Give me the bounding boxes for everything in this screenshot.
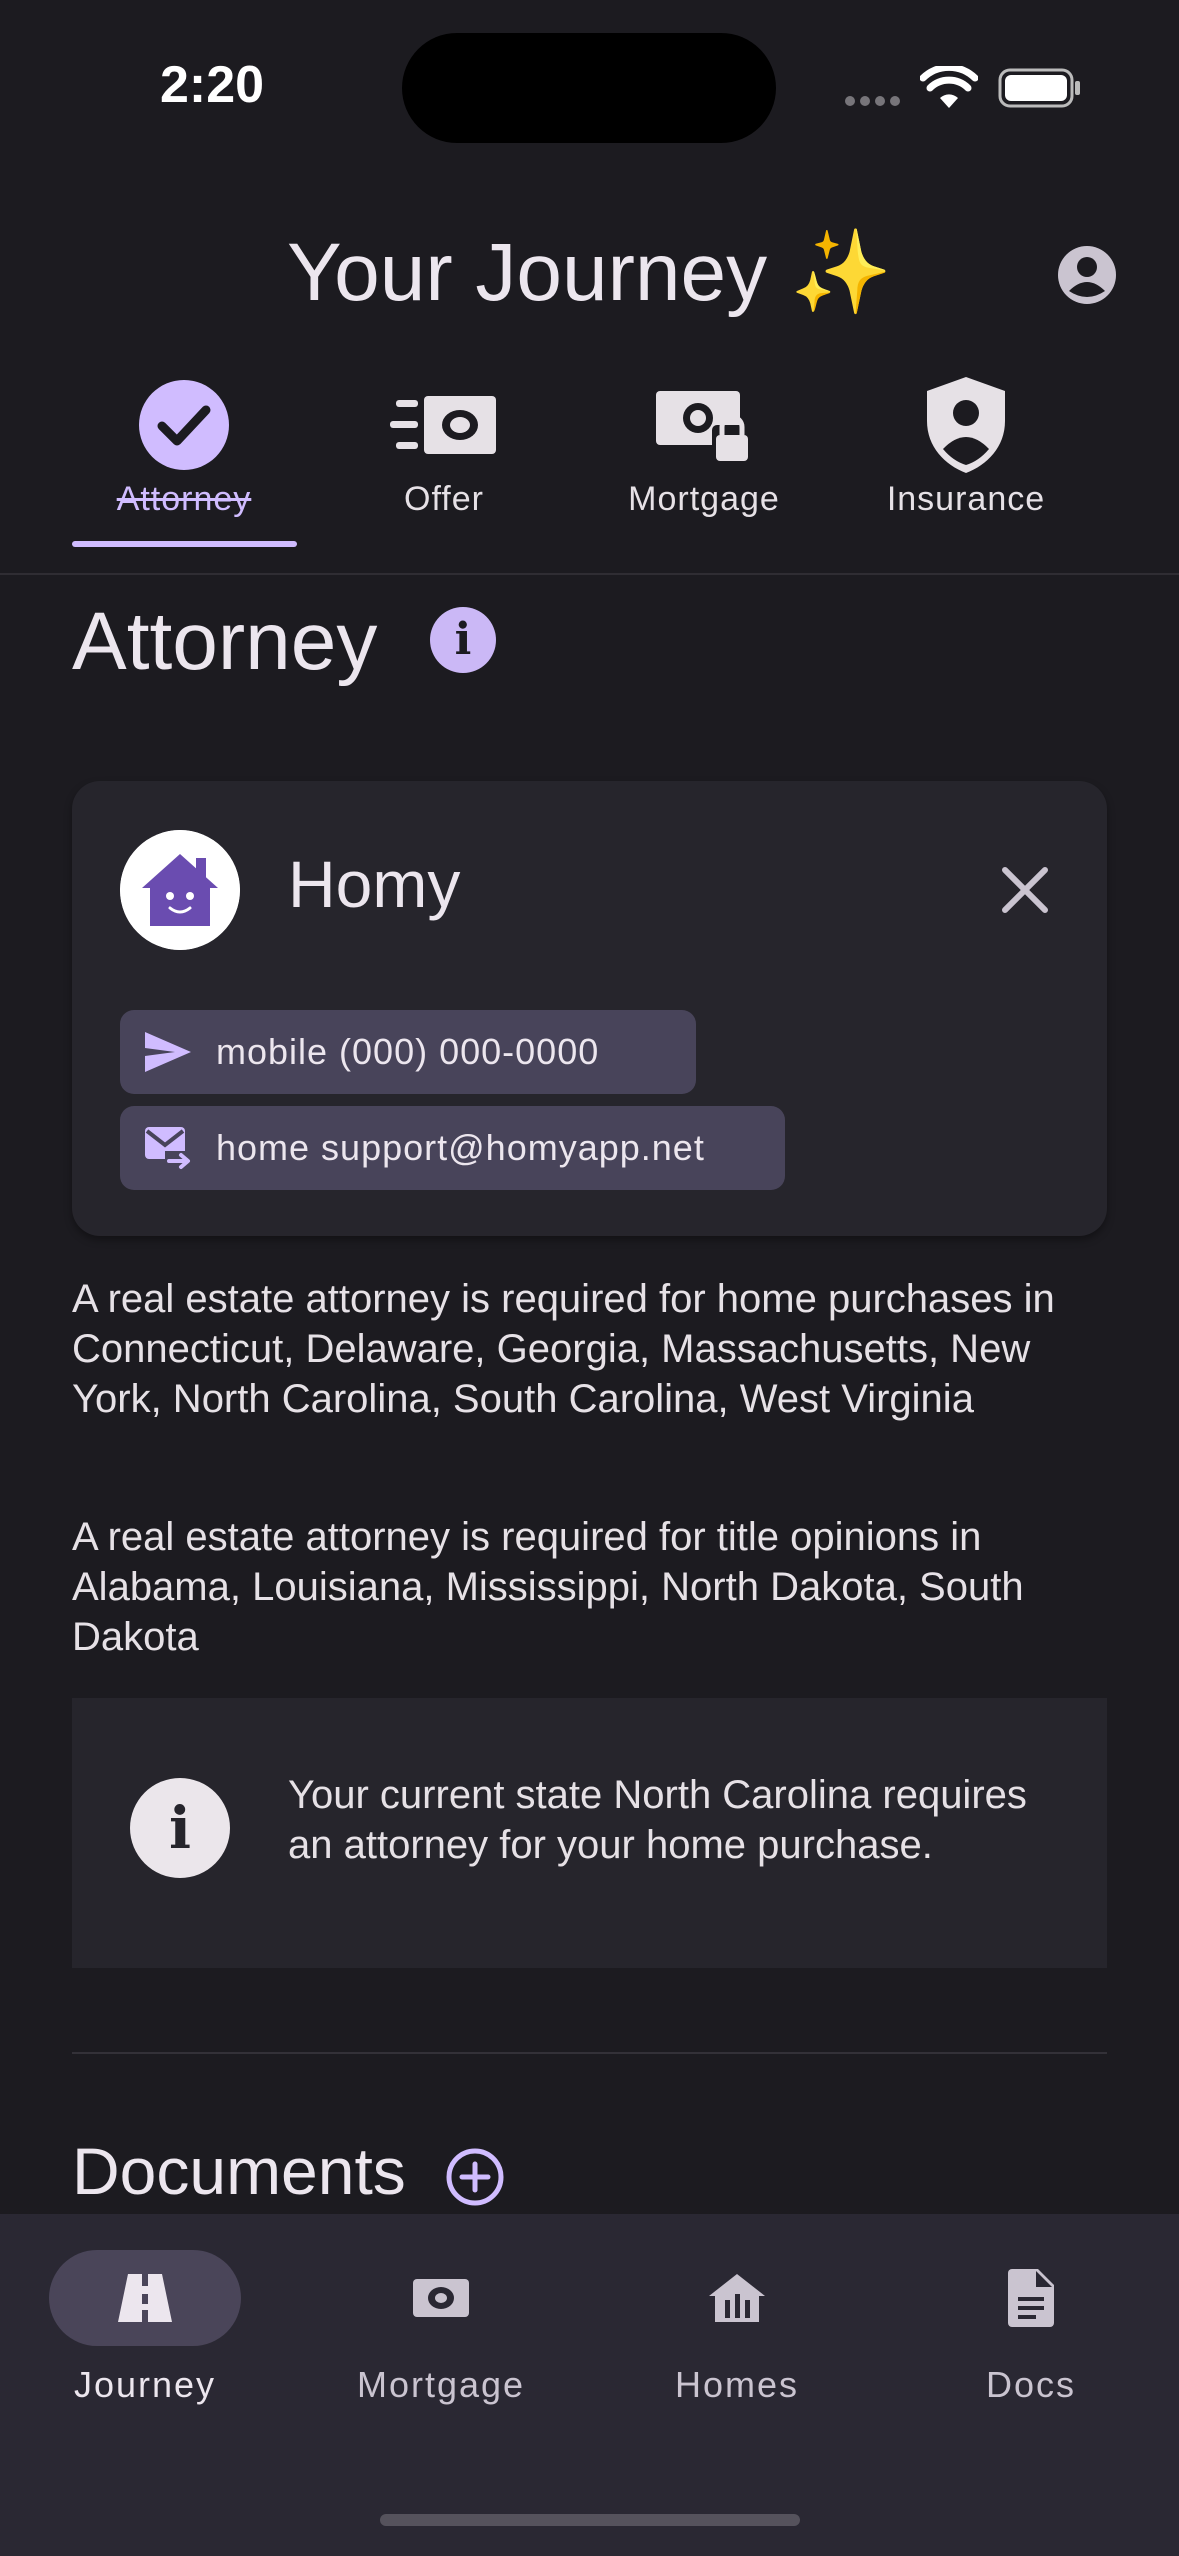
shield-person-icon — [927, 377, 1005, 473]
section-title: Attorney — [72, 596, 378, 687]
divider — [72, 2052, 1107, 2054]
tab-label: Offer — [404, 480, 484, 518]
tab-label: Mortgage — [628, 480, 780, 518]
email-chip[interactable]: home support@homyapp.net — [120, 1106, 785, 1190]
wifi-icon — [920, 66, 978, 108]
phone-chip-label: mobile (000) 000-0000 — [216, 1031, 600, 1072]
email-chip-label: home support@homyapp.net — [216, 1127, 705, 1168]
forward-email-icon — [145, 1127, 191, 1169]
tab-insurance[interactable]: Insurance — [836, 370, 1096, 519]
home-indicator[interactable] — [380, 2514, 800, 2526]
signal-icon — [845, 93, 905, 111]
nav-journey[interactable]: Journey — [0, 2250, 290, 2406]
tab-label: Insurance — [886, 480, 1046, 518]
tab-label: Attorney — [116, 480, 252, 518]
road-icon — [118, 2274, 172, 2322]
tab-attorney[interactable]: Attorney — [54, 370, 314, 519]
send-icon — [145, 1032, 191, 1072]
check-circle-icon — [139, 380, 229, 470]
divider — [0, 573, 1179, 575]
money-icon — [413, 2279, 469, 2317]
money-lock-icon — [656, 391, 752, 463]
nav-mortgage[interactable]: Mortgage — [296, 2250, 586, 2406]
homy-logo-icon — [120, 830, 240, 950]
dynamic-island — [402, 33, 776, 143]
tab-indicator — [72, 541, 297, 547]
add-document-icon[interactable] — [446, 2148, 504, 2206]
info-icon: i — [130, 1778, 230, 1878]
info-icon[interactable]: i — [430, 607, 496, 673]
nav-label: Mortgage — [356, 2364, 526, 2405]
status-time: 2:20 — [160, 56, 265, 114]
company-name: Homy — [288, 847, 461, 921]
house-icon — [709, 2274, 765, 2322]
attorney-title-text: A real estate attorney is required for t… — [72, 1515, 1024, 1659]
document-icon — [1008, 2269, 1054, 2327]
page-title: Your Journey ✨ — [0, 225, 1179, 321]
close-icon[interactable] — [995, 860, 1055, 920]
sparkle-icon: ✨ — [789, 227, 893, 318]
phone-chip[interactable]: mobile (000) 000-0000 — [120, 1010, 696, 1094]
tab-offer[interactable]: Offer — [314, 370, 574, 519]
nav-label: Homes — [674, 2364, 800, 2405]
page-title-text: Your Journey — [286, 227, 768, 318]
state-notice-text: Your current state North Carolina requir… — [288, 1773, 1027, 1867]
nav-docs[interactable]: Docs — [886, 2250, 1176, 2406]
nav-homes[interactable]: Homes — [592, 2250, 882, 2406]
documents-title: Documents — [72, 2134, 406, 2208]
account-icon[interactable] — [1057, 245, 1117, 305]
battery-icon — [998, 68, 1080, 108]
attorney-purchase-text: A real estate attorney is required for h… — [72, 1277, 1055, 1421]
nav-label: Docs — [985, 2364, 1077, 2405]
money-send-icon — [390, 396, 496, 454]
tab-mortgage[interactable]: Mortgage — [574, 370, 834, 519]
nav-label: Journey — [73, 2364, 217, 2405]
